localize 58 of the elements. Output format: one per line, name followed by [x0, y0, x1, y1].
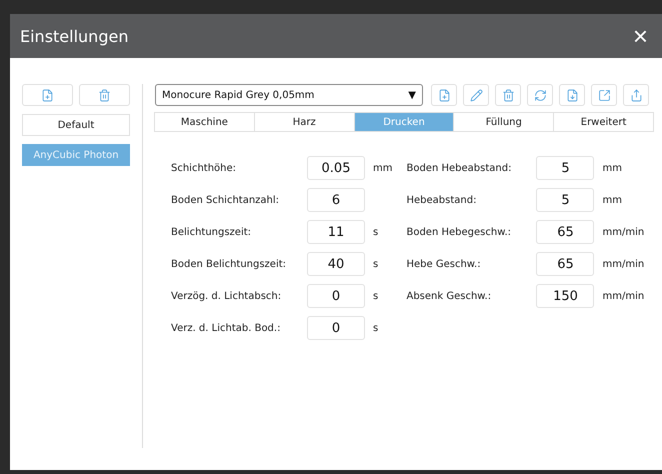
add-button[interactable]	[431, 84, 457, 106]
field-label: Verzög. d. Lichtabsch:	[171, 290, 282, 302]
field-label: Boden Hebegeschw.:	[406, 226, 512, 238]
refresh-button[interactable]	[527, 84, 553, 106]
file-arrow-icon	[566, 88, 578, 102]
input-field[interactable]: 0	[307, 284, 365, 308]
input-field[interactable]: 65	[536, 220, 594, 244]
resin-dropdown[interactable]: Monocure Rapid Grey 0,05mm ▼	[155, 84, 423, 106]
unit-label: mm/min	[602, 226, 644, 238]
tab[interactable]: Maschine	[154, 112, 255, 132]
field-label: Absenk Geschw.:	[406, 290, 492, 302]
trash-icon	[98, 88, 111, 102]
share-button[interactable]	[623, 84, 649, 106]
input-field[interactable]: 40	[307, 252, 365, 276]
unit-label: mm	[602, 194, 623, 206]
file-plus-icon	[438, 88, 450, 102]
input-field[interactable]: 11	[307, 220, 365, 244]
tab[interactable]: Harz	[254, 112, 355, 132]
add-button[interactable]	[22, 84, 73, 106]
input-field[interactable]: 5	[536, 188, 594, 212]
profile-item[interactable]: Default	[22, 114, 130, 136]
unit-label: s	[373, 322, 380, 334]
arrow-out-icon	[598, 88, 610, 102]
tab[interactable]: Erweitert	[553, 112, 654, 132]
delete-button[interactable]	[79, 84, 130, 106]
input-field[interactable]: 5	[536, 156, 594, 180]
input-field[interactable]: 150	[536, 284, 594, 308]
export-button[interactable]	[591, 84, 617, 106]
input-field[interactable]: 0.05	[307, 156, 365, 180]
trash-icon	[502, 88, 514, 102]
unit-label: s	[373, 290, 380, 302]
window-title: Einstellungen	[20, 26, 128, 46]
refresh-icon	[534, 88, 546, 102]
unit-label: s	[373, 226, 380, 238]
unit-label: mm	[602, 162, 623, 174]
input-field[interactable]: 6	[307, 188, 365, 212]
unit-label: mm/min	[602, 258, 644, 270]
field-label: Belichtungszeit:	[171, 226, 252, 238]
field-label: Verz. d. Lichtab. Bod.:	[171, 322, 282, 334]
field-label: Hebeabstand:	[406, 194, 478, 206]
input-field[interactable]: 0	[307, 316, 365, 340]
close-button[interactable]: ×	[632, 23, 648, 49]
pencil-icon	[470, 88, 482, 102]
share-icon	[630, 88, 642, 102]
field-label: Boden Belichtungszeit:	[171, 258, 288, 270]
file-plus-icon	[41, 88, 54, 102]
unit-label: mm	[373, 162, 392, 174]
import-button[interactable]	[559, 84, 585, 106]
field-label: Schichthöhe:	[171, 162, 238, 174]
field-label: Boden Schichtanzahl:	[171, 194, 280, 206]
field-label: Hebe Geschw.:	[406, 258, 482, 270]
field-label: Boden Hebeabstand:	[406, 162, 512, 174]
tab[interactable]: Füllung	[453, 112, 554, 132]
unit-label: mm/min	[602, 290, 644, 302]
unit-label: s	[373, 258, 380, 270]
delete-button[interactable]	[495, 84, 521, 106]
edit-button[interactable]	[463, 84, 489, 106]
input-field[interactable]: 65	[536, 252, 594, 276]
